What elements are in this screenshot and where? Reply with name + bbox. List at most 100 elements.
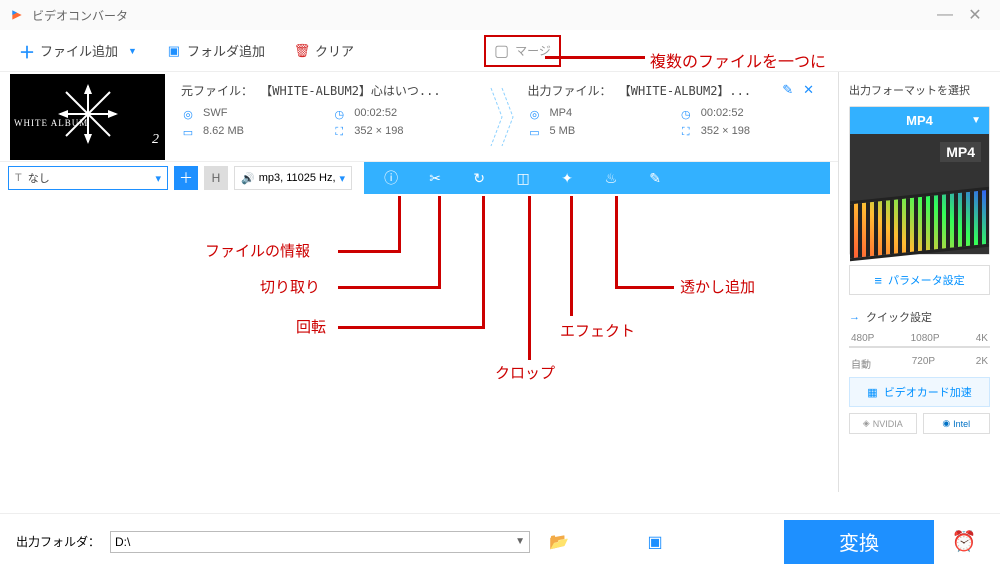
crop-tool-icon[interactable]: ◫ — [514, 170, 532, 187]
anno-line — [398, 196, 401, 253]
clear-label: クリア — [315, 41, 354, 60]
annotation-line — [545, 56, 645, 59]
arrow-icon — [485, 82, 519, 152]
sidebar: 出力フォーマットを選択 MP4 ▼ MP4 ≡ パラメータ設定 → クイック設定… — [838, 72, 1000, 492]
remove-item-icon[interactable]: ✕ — [803, 82, 814, 98]
chevron-down-icon: ▾ — [340, 172, 346, 185]
intel-tag[interactable]: ◉ Intel — [923, 413, 991, 434]
file-icon: ▭ — [528, 125, 542, 139]
output-title: 出力ファイル： 【WHITE-ALBUM2】... — [528, 82, 823, 99]
video-thumbnail[interactable]: WHITE ALBUM 2 — [10, 74, 165, 160]
output-resolution: 352 × 198 — [701, 125, 822, 139]
subtitle-tool-icon[interactable]: ✎ — [646, 170, 664, 187]
res-720p[interactable]: 720P — [912, 356, 935, 371]
speaker-icon: 🔊 — [241, 172, 255, 185]
source-title: 元ファイル： 【WHITE-ALBUM2】心はいつ... — [181, 82, 476, 99]
main-toolbar: ＋ ファイル追加 ▼ ▣ フォルダ追加 🗑 クリア ▢ マージ — [0, 30, 1000, 72]
sliders-icon: ≡ — [874, 273, 882, 288]
nvidia-tag[interactable]: ◈ NVIDIA — [849, 413, 917, 434]
title-bar: ビデオコンバータ — ✕ — [0, 0, 1000, 30]
edit-tools-bar: ⓘ ✂ ↻ ◫ ✦ ♨ ✎ — [364, 162, 830, 194]
folder-plus-icon: ▣ — [167, 44, 181, 58]
audio-select[interactable]: 🔊 mp3, 11025 Hz, ▾ — [234, 166, 352, 190]
subtitle-select[interactable]: T なし ▾ — [8, 166, 168, 190]
source-size: 8.62 MB — [203, 125, 324, 139]
convert-label: 変換 — [839, 527, 879, 556]
nvidia-label: NVIDIA — [873, 419, 903, 429]
res-auto[interactable]: 自動 — [851, 356, 871, 371]
main-area: WHITE ALBUM 2 元ファイル： 【WHITE-ALBUM2】心はいつ.… — [0, 72, 1000, 492]
anno-trim: 切り取り — [260, 276, 320, 297]
add-file-label: ファイル追加 — [40, 41, 118, 60]
chevron-down-icon: ▼ — [128, 46, 137, 56]
anno-watermark: 透かし追加 — [680, 276, 755, 297]
watermark-tool-icon[interactable]: ♨ — [602, 170, 620, 187]
res-2k[interactable]: 2K — [976, 356, 988, 371]
merge-icon: ▢ — [494, 41, 509, 61]
intel-label: Intel — [953, 419, 970, 429]
anno-info: ファイルの情報 — [205, 240, 310, 261]
browse-folder-button[interactable]: 📂 — [546, 531, 572, 553]
add-folder-button[interactable]: ▣ フォルダ追加 — [167, 41, 265, 60]
close-button[interactable]: ✕ — [960, 5, 990, 25]
h-button[interactable]: H — [204, 166, 228, 190]
chevron-down-icon: ▾ — [155, 172, 161, 185]
resolution-row-2: 自動 720P 2K — [849, 356, 990, 371]
output-duration: 00:02:52 — [701, 107, 822, 121]
anno-line — [338, 286, 438, 289]
trim-tool-icon[interactable]: ✂ — [426, 170, 444, 187]
convert-button[interactable]: 変換 — [784, 520, 934, 564]
anno-line — [528, 196, 531, 360]
anno-line — [618, 286, 674, 289]
anno-crop: クロップ — [495, 362, 555, 383]
rename-icon[interactable]: ✎ — [782, 82, 793, 98]
output-path-select[interactable]: D:\ ▼ — [110, 531, 530, 553]
clear-button[interactable]: 🗑 クリア — [295, 41, 354, 60]
app-logo-icon — [10, 8, 24, 22]
rotate-tool-icon[interactable]: ↻ — [470, 170, 488, 187]
window-title: ビデオコンバータ — [32, 7, 930, 24]
res-1080p[interactable]: 1080P — [911, 333, 940, 344]
nvidia-icon: ◈ — [863, 418, 870, 429]
source-resolution: 352 × 198 — [354, 125, 475, 139]
format-selector[interactable]: MP4 ▼ — [850, 107, 989, 134]
resolution-icon: ⛶ — [332, 125, 346, 139]
option-bar: T なし ▾ ＋ H 🔊 mp3, 11025 Hz, ▾ ⓘ ✂ ↻ ◫ ✦ … — [0, 162, 838, 194]
anno-line — [615, 196, 618, 289]
res-4k[interactable]: 4K — [976, 333, 988, 344]
output-folder-label: 出力フォルダ： — [16, 533, 100, 550]
effect-tool-icon[interactable]: ✦ — [558, 170, 576, 187]
source-duration: 00:02:52 — [354, 107, 475, 121]
output-format: MP4 — [550, 107, 671, 121]
subtitle-prefix: T — [15, 172, 22, 184]
add-file-button[interactable]: ＋ ファイル追加 ▼ — [20, 41, 137, 60]
plus-icon: ＋ — [179, 168, 193, 188]
merge-button[interactable]: ▢ マージ — [484, 35, 561, 67]
source-info: 元ファイル： 【WHITE-ALBUM2】心はいつ... ◎SWF ◷00:02… — [175, 78, 482, 155]
param-label: パラメータ設定 — [888, 272, 965, 288]
format-badge: MP4 — [940, 142, 981, 162]
anno-effect: エフェクト — [560, 320, 635, 341]
res-480p[interactable]: 480P — [851, 333, 874, 344]
anno-rotate: 回転 — [296, 316, 326, 337]
add-subtitle-button[interactable]: ＋ — [174, 166, 198, 190]
thumb-number: 2 — [152, 132, 159, 148]
quick-label: クイック設定 — [866, 309, 932, 325]
info-tool-icon[interactable]: ⓘ — [382, 168, 400, 188]
gpu-label: ビデオカード加速 — [884, 384, 972, 400]
minimize-button[interactable]: — — [930, 6, 960, 24]
add-folder-label: フォルダ追加 — [187, 41, 265, 60]
anno-line — [570, 196, 573, 316]
intel-icon: ◉ — [942, 418, 950, 429]
gpu-accel-button[interactable]: ▦ ビデオカード加速 — [849, 377, 990, 407]
open-output-button[interactable]: ▣ — [642, 531, 668, 553]
arrow-right-icon: → — [849, 311, 860, 323]
schedule-button[interactable]: ⏰ — [944, 520, 984, 564]
file-info-block: 元ファイル： 【WHITE-ALBUM2】心はいつ... ◎SWF ◷00:02… — [175, 78, 828, 155]
footer-bar: 出力フォルダ： D:\ ▼ 📂 ▣ 変換 ⏰ — [0, 513, 1000, 569]
format-card[interactable]: MP4 ▼ MP4 — [849, 106, 990, 255]
chevron-down-icon: ▼ — [971, 115, 981, 126]
anno-line — [338, 326, 482, 329]
resolution-slider[interactable] — [849, 346, 990, 348]
parameter-settings-button[interactable]: ≡ パラメータ設定 — [849, 265, 990, 295]
